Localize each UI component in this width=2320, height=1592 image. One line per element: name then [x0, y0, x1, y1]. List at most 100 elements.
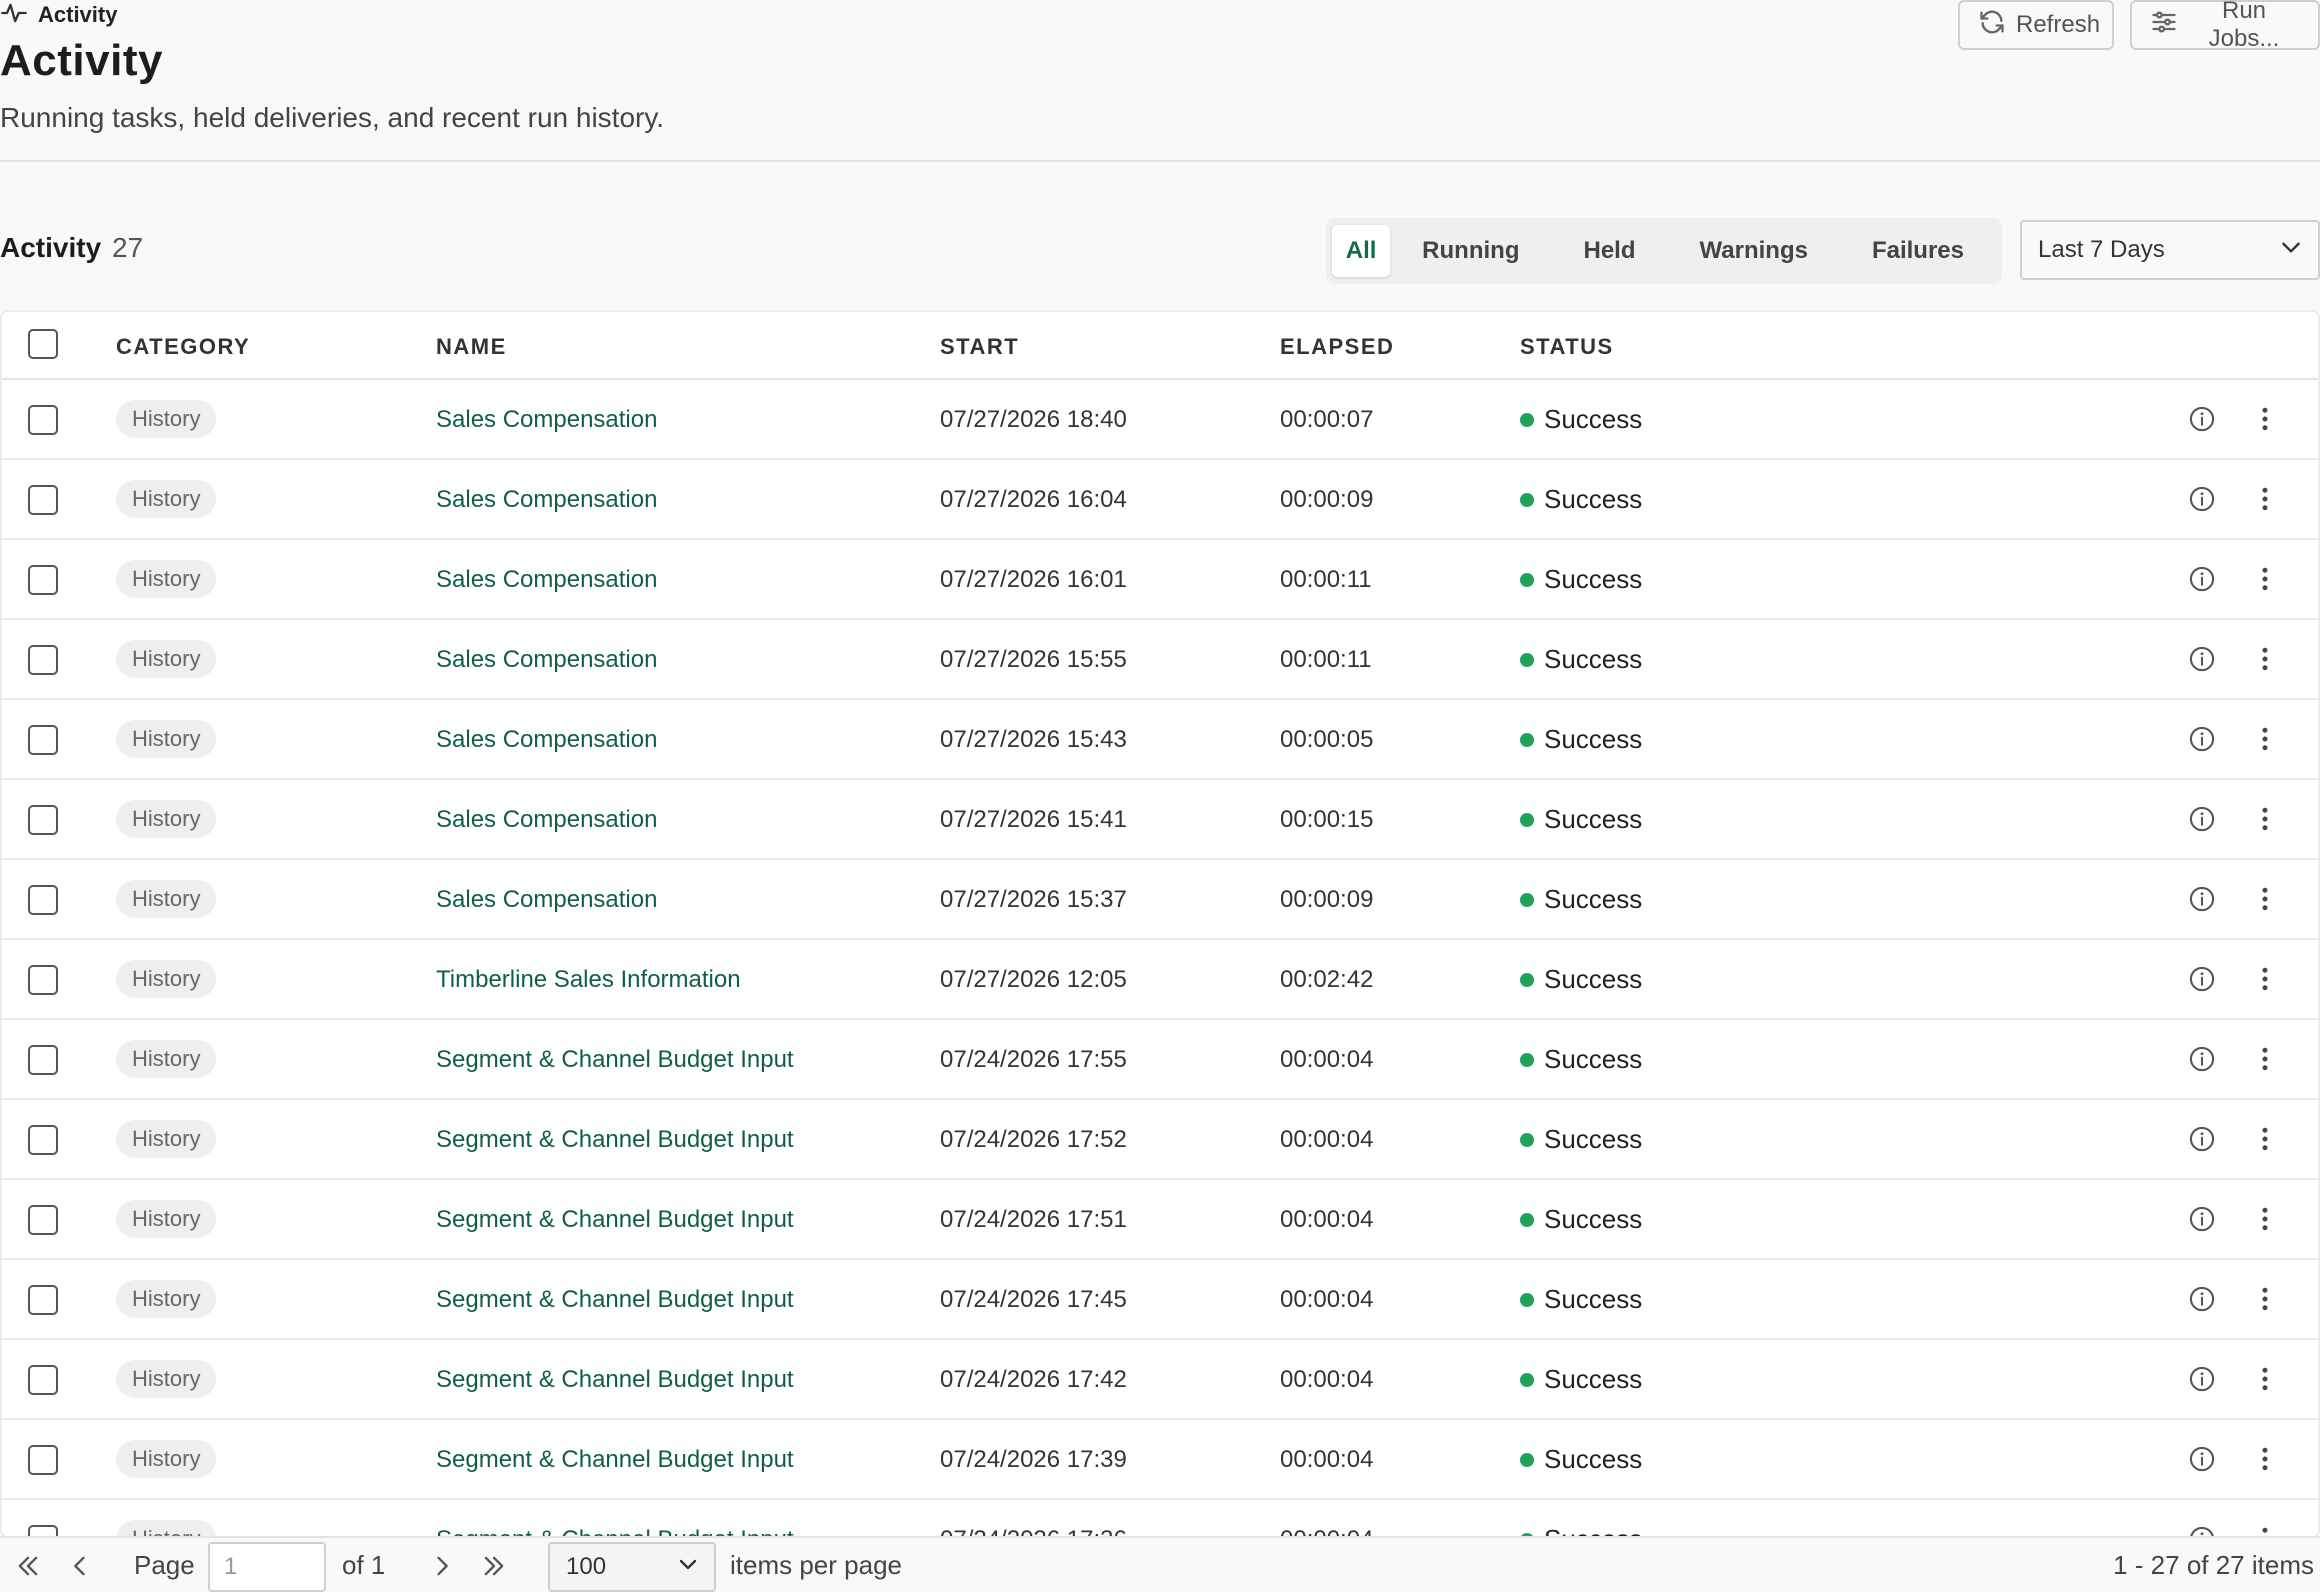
column-start[interactable]: START	[940, 334, 1019, 360]
more-options-icon[interactable]	[2250, 884, 2280, 914]
job-name-link[interactable]: Segment & Channel Budget Input	[436, 1206, 794, 1234]
page-number-input[interactable]	[208, 1542, 326, 1592]
column-name[interactable]: NAME	[436, 334, 507, 360]
table-row[interactable]: History Timberline Sales Information 07/27…	[2, 940, 2318, 1020]
previous-page-icon[interactable]	[66, 1552, 94, 1580]
info-icon[interactable]	[2188, 725, 2216, 753]
job-name-link[interactable]: Timberline Sales Information	[436, 966, 741, 994]
row-checkbox[interactable]	[28, 805, 58, 835]
row-checkbox[interactable]	[28, 1445, 58, 1475]
tab-failures[interactable]: Failures	[1840, 225, 1996, 277]
table-row[interactable]: History Sales Compensation 07/27/2026 15:5…	[2, 620, 2318, 700]
table-row[interactable]: History Sales Compensation 07/27/2026 15:3…	[2, 860, 2318, 940]
row-checkbox[interactable]	[28, 1045, 58, 1075]
status-text: Success	[1544, 1204, 1643, 1234]
elapsed-time: 00:00:05	[1280, 726, 1374, 753]
more-options-icon[interactable]	[2250, 1444, 2280, 1474]
more-options-icon[interactable]	[2250, 644, 2280, 674]
job-name-link[interactable]: Segment & Channel Budget Input	[436, 1446, 794, 1474]
info-icon[interactable]	[2188, 965, 2216, 993]
more-options-icon[interactable]	[2250, 1364, 2280, 1394]
tab-held[interactable]: Held	[1551, 225, 1667, 277]
more-options-icon[interactable]	[2250, 404, 2280, 434]
select-all-checkbox[interactable]	[28, 329, 58, 359]
table-row[interactable]: HistorySegment & Channel Budget Input07/…	[2, 1420, 2318, 1500]
table-row[interactable]: History Sales Compensation 07/27/2026 15:4…	[2, 700, 2318, 780]
tab-all[interactable]: All	[1332, 225, 1391, 277]
info-icon[interactable]	[2188, 565, 2216, 593]
row-checkbox[interactable]	[28, 885, 58, 915]
more-options-icon[interactable]	[2250, 1284, 2280, 1314]
job-name-link[interactable]: Segment & Channel Budget Input	[436, 1126, 794, 1154]
row-checkbox[interactable]	[28, 1125, 58, 1155]
table-row[interactable]: HistorySegment & Channel Budget Input07/…	[2, 1100, 2318, 1180]
items-summary: 1 - 27 of 27 items	[2113, 1550, 2314, 1580]
info-icon[interactable]	[2188, 1045, 2216, 1073]
job-name-link[interactable]: Sales Compensation	[436, 806, 657, 834]
info-icon[interactable]	[2188, 1285, 2216, 1313]
info-icon[interactable]	[2188, 805, 2216, 833]
table-row[interactable]: History Sales Compensation 07/27/2026 16:0…	[2, 540, 2318, 620]
more-options-icon[interactable]	[2250, 1044, 2280, 1074]
category-badge: History	[116, 1360, 217, 1398]
items-per-page-select[interactable]: 100	[548, 1542, 716, 1592]
table-row[interactable]: HistorySegment & Channel Budget Input07/…	[2, 1020, 2318, 1100]
run-jobs-button[interactable]: Run Jobs...	[2130, 0, 2320, 52]
row-checkbox[interactable]	[28, 1205, 58, 1235]
info-icon[interactable]	[2188, 885, 2216, 913]
table-row[interactable]: History Sales Compensation 07/27/2026 15:4…	[2, 780, 2318, 860]
job-name-link[interactable]: Sales Compensation	[436, 406, 657, 434]
row-checkbox[interactable]	[28, 485, 58, 515]
job-name-link[interactable]: Segment & Channel Budget Input	[436, 1366, 794, 1394]
status-dot-icon	[1520, 972, 1534, 987]
table-row[interactable]: HistorySegment & Channel Budget Input07/…	[2, 1340, 2318, 1420]
more-options-icon[interactable]	[2250, 484, 2280, 514]
row-checkbox[interactable]	[28, 725, 58, 755]
info-icon[interactable]	[2188, 485, 2216, 513]
row-checkbox[interactable]	[28, 565, 58, 595]
info-icon[interactable]	[2188, 1205, 2216, 1233]
job-name-link[interactable]: Segment & Channel Budget Input	[436, 1286, 794, 1314]
table-row[interactable]: History Sales Compensation 07/27/2026 16:0…	[2, 460, 2318, 540]
row-checkbox[interactable]	[28, 1365, 58, 1395]
next-page-icon[interactable]	[428, 1552, 456, 1580]
row-checkbox[interactable]	[28, 965, 58, 995]
status-badge: Success	[1520, 1364, 1642, 1395]
more-options-icon[interactable]	[2250, 1204, 2280, 1234]
date-range-select[interactable]: Last 7 Days	[2020, 220, 2320, 280]
column-category[interactable]: CATEGORY	[116, 334, 250, 360]
job-name-link[interactable]: Sales Compensation	[436, 486, 657, 514]
refresh-button[interactable]: Refresh	[1958, 0, 2114, 50]
last-page-icon[interactable]	[480, 1552, 508, 1580]
column-elapsed[interactable]: ELAPSED	[1280, 334, 1394, 360]
row-checkbox[interactable]	[28, 405, 58, 435]
table-row[interactable]: HistorySegment & Channel Budget Input07/…	[2, 1260, 2318, 1340]
tab-warnings[interactable]: Warnings	[1668, 225, 1840, 277]
table-row[interactable]: HistorySegment & Channel Budget Input07/…	[2, 1500, 2318, 1536]
info-icon[interactable]	[2188, 645, 2216, 673]
row-checkbox[interactable]	[28, 645, 58, 675]
status-dot-icon	[1520, 652, 1534, 667]
info-icon[interactable]	[2188, 1125, 2216, 1153]
more-options-icon[interactable]	[2250, 964, 2280, 994]
job-name-link[interactable]: Segment & Channel Budget Input	[436, 1046, 794, 1074]
more-options-icon[interactable]	[2250, 1124, 2280, 1154]
elapsed-time: 00:00:04	[1280, 1206, 1374, 1233]
more-options-icon[interactable]	[2250, 724, 2280, 754]
job-name-link[interactable]: Sales Compensation	[436, 726, 657, 754]
tab-running[interactable]: Running	[1390, 225, 1551, 277]
more-options-icon[interactable]	[2250, 564, 2280, 594]
column-status[interactable]: STATUS	[1520, 334, 1614, 360]
category-badge: History	[116, 640, 217, 678]
info-icon[interactable]	[2188, 1365, 2216, 1393]
info-icon[interactable]	[2188, 405, 2216, 433]
more-options-icon[interactable]	[2250, 804, 2280, 834]
table-row[interactable]: History Sales Compensation 07/27/2026 18:4…	[2, 380, 2318, 460]
table-row[interactable]: HistorySegment & Channel Budget Input07/…	[2, 1180, 2318, 1260]
first-page-icon[interactable]	[14, 1552, 42, 1580]
job-name-link[interactable]: Sales Compensation	[436, 566, 657, 594]
job-name-link[interactable]: Sales Compensation	[436, 646, 657, 674]
row-checkbox[interactable]	[28, 1285, 58, 1315]
job-name-link[interactable]: Sales Compensation	[436, 886, 657, 914]
info-icon[interactable]	[2188, 1445, 2216, 1473]
